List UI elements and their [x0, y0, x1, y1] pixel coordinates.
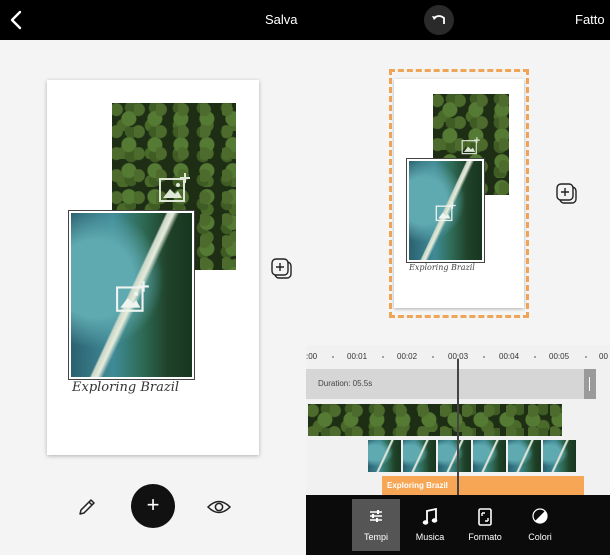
- clip-frame: [368, 440, 401, 472]
- clip-frame: [473, 440, 506, 472]
- format-frame-icon: [478, 508, 492, 526]
- tab-label: Formato: [468, 532, 502, 542]
- add-image-icon[interactable]: [115, 279, 151, 315]
- preview-canvas[interactable]: Exploring Brazil: [394, 79, 524, 308]
- undo-icon: [432, 15, 445, 24]
- duration-label: Duration: 05.5s: [318, 379, 373, 388]
- text-track-label: Exploring Brazil: [387, 481, 448, 490]
- tick-label: 00:04: [499, 352, 520, 361]
- tab-tempi[interactable]: Tempi: [352, 499, 400, 551]
- add-layer-icon[interactable]: [556, 183, 578, 205]
- bottom-toolbar: Tempi Musica Formato Colori: [306, 495, 610, 555]
- clip-frame: [543, 440, 576, 472]
- tick-dot: [332, 356, 334, 358]
- clip-frame: [438, 440, 471, 472]
- canvas-caption[interactable]: Exploring Brazil: [72, 380, 179, 395]
- add-image-icon[interactable]: [158, 171, 192, 205]
- tab-label: Tempi: [363, 532, 388, 542]
- tab-label: Colori: [528, 532, 552, 542]
- back-chevron-icon[interactable]: [6, 8, 28, 32]
- plus-icon: +: [146, 492, 160, 517]
- save-button[interactable]: Salva: [265, 12, 298, 27]
- story-canvas: Exploring Brazil: [47, 80, 259, 455]
- tick-dot: [483, 356, 485, 358]
- timeline[interactable]: :00 00:01 00:02 00:03 00:04 00:05 00 Dur…: [306, 345, 610, 495]
- clip-track-beach[interactable]: [368, 440, 576, 472]
- undo-button[interactable]: [424, 5, 454, 35]
- add-button[interactable]: +: [131, 484, 175, 528]
- eye-icon[interactable]: [207, 498, 231, 516]
- clip-track-palms[interactable]: [308, 404, 562, 436]
- clip-frame: [403, 440, 436, 472]
- tab-musica[interactable]: Musica: [406, 499, 454, 551]
- tick-dot: [432, 356, 434, 358]
- text-track[interactable]: Exploring Brazil: [382, 476, 584, 495]
- pencil-icon[interactable]: [77, 497, 97, 517]
- tab-formato[interactable]: Formato: [461, 499, 509, 551]
- preview-photo-beach: [407, 159, 484, 262]
- tick-label: 00:01: [347, 352, 368, 361]
- tick-label: 00:05: [549, 352, 570, 361]
- tick-dot: [382, 356, 384, 358]
- color-circle-icon: [532, 508, 548, 524]
- add-layer-icon[interactable]: [271, 258, 293, 280]
- tab-label: Musica: [415, 532, 445, 542]
- add-image-icon: [461, 137, 480, 155]
- duration-handle[interactable]: [584, 369, 596, 399]
- tick-label: 00:02: [397, 352, 418, 361]
- tab-colori[interactable]: Colori: [516, 499, 564, 551]
- done-button[interactable]: Fatto: [575, 12, 605, 27]
- tick-label: 00: [599, 352, 608, 361]
- playhead[interactable]: [457, 359, 459, 495]
- photo-slot-beach[interactable]: [69, 211, 194, 379]
- clip-frame: [508, 440, 541, 472]
- music-note-icon: [422, 508, 438, 525]
- duration-bar[interactable]: Duration: 05.5s: [306, 369, 594, 399]
- preview-caption: Exploring Brazil: [409, 263, 475, 272]
- tick-dot: [585, 356, 587, 358]
- tick-dot: [534, 356, 536, 358]
- top-bar: Salva Fatto: [0, 0, 610, 40]
- tick-label: :00: [306, 352, 318, 361]
- sliders-icon: [370, 510, 382, 522]
- add-image-icon: [435, 202, 456, 222]
